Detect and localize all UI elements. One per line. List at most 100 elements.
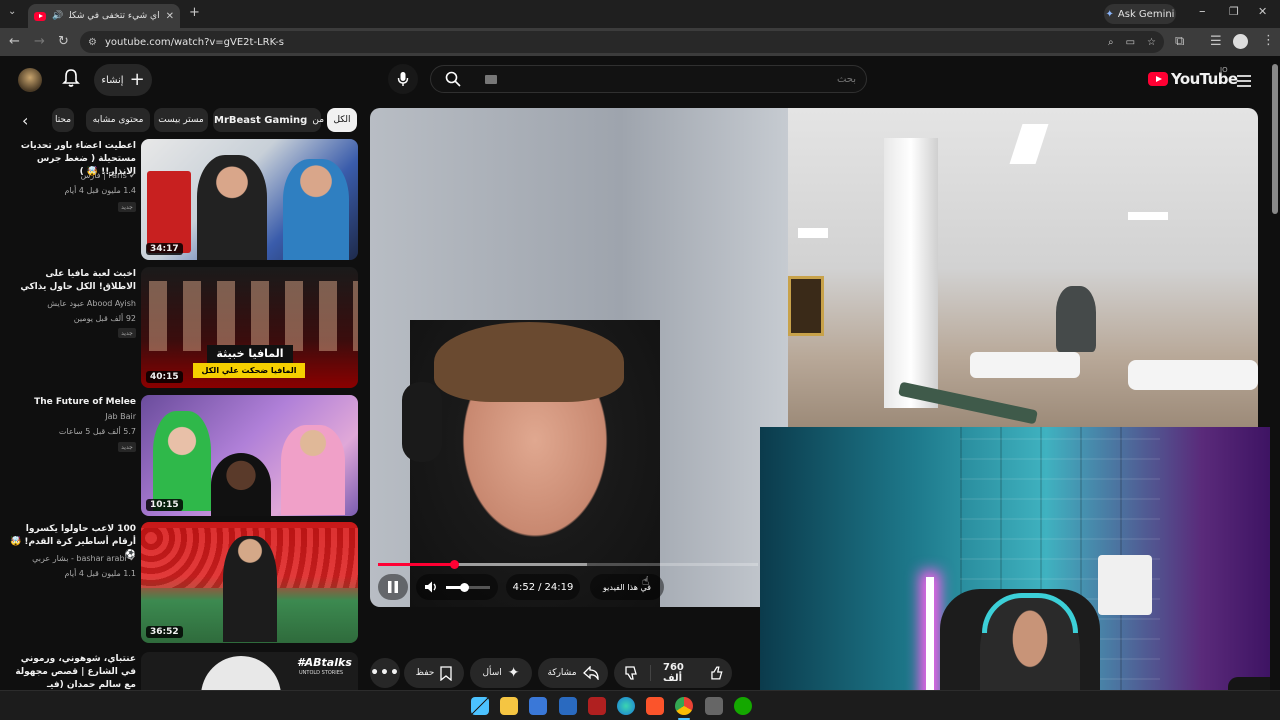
gemini-icon: ✦ bbox=[1105, 8, 1114, 20]
video-frame-headphone bbox=[402, 382, 442, 462]
rec-channel-1[interactable]: ✔ Faris | فارس bbox=[10, 171, 136, 180]
chips-scroll-left-icon[interactable]: ‹ bbox=[22, 111, 28, 130]
volume-icon[interactable] bbox=[424, 580, 438, 594]
camera-icon[interactable] bbox=[705, 697, 723, 715]
back-icon[interactable]: ← bbox=[9, 35, 20, 48]
search-input[interactable] bbox=[497, 67, 866, 91]
rec-meta-1: 1.4 مليون قبل 4 أيام bbox=[64, 186, 137, 195]
chip-mrbeast[interactable]: مستر بيست bbox=[154, 108, 208, 132]
tab-search-icon[interactable]: ⌄ bbox=[8, 7, 16, 17]
cast-icon[interactable]: ▭ bbox=[1126, 37, 1135, 48]
rec-thumbnail-2[interactable]: المافيا خبيثة المافيا ضحكت علي الكل 40:1… bbox=[141, 267, 358, 388]
file-explorer-icon[interactable] bbox=[500, 697, 518, 715]
new-tab-icon[interactable]: + bbox=[189, 6, 200, 19]
brave-icon[interactable] bbox=[646, 697, 664, 715]
voice-search-button[interactable] bbox=[388, 64, 418, 94]
chip-label-bold: MrBeast Gaming bbox=[214, 114, 308, 126]
ask-button[interactable]: اسأل ✦ bbox=[470, 658, 532, 688]
volume-slider[interactable] bbox=[446, 583, 490, 592]
rec-title-3[interactable]: The Future of Melee bbox=[10, 396, 136, 409]
rec-channel-3[interactable]: Jab Bair bbox=[10, 412, 136, 421]
rec-thumbnail-1[interactable]: 34:17 bbox=[141, 139, 358, 260]
save-button[interactable]: حفظ bbox=[404, 658, 464, 688]
gallery-planter bbox=[1128, 360, 1258, 390]
zoom-icon[interactable]: ⌕ bbox=[1108, 37, 1114, 48]
rec-channel-2[interactable]: Abood Ayish عبود عايش bbox=[10, 299, 136, 308]
address-bar[interactable]: ⚙ youtube.com/watch?v=gVE2t-LRK-s ⌕ ▭ ☆ bbox=[80, 31, 1164, 53]
thumb-person-green bbox=[153, 411, 211, 511]
verified-icon: ✔ bbox=[126, 554, 136, 563]
minimize-icon[interactable]: – bbox=[1199, 5, 1206, 18]
play-pause-button[interactable] bbox=[378, 574, 408, 600]
notifications-bell-icon[interactable] bbox=[62, 68, 80, 92]
ask-gemini-button[interactable]: ✦ Ask Gemini bbox=[1104, 4, 1176, 24]
rec-thumbnail-3[interactable]: 10:15 bbox=[141, 395, 358, 516]
chapter-button[interactable]: في هذا الفيديو bbox=[590, 574, 664, 600]
browser-tab-active[interactable]: 🔊 أي شيء تتخفى في شكله، ستـ ✕ bbox=[28, 4, 180, 28]
rec-title-5[interactable]: عنتباي، شوهوني، ورموني في الشارع | قصص م… bbox=[10, 653, 136, 690]
profile-avatar[interactable] bbox=[1233, 34, 1248, 49]
progress-bar[interactable] bbox=[378, 560, 758, 569]
share-button[interactable]: مشاركة bbox=[538, 658, 608, 688]
extensions-icon[interactable]: ⧉ bbox=[1175, 35, 1184, 48]
thumb-person-circle bbox=[201, 656, 281, 690]
account-avatar[interactable] bbox=[18, 68, 42, 92]
site-info-icon[interactable]: ⚙ bbox=[88, 37, 97, 48]
restore-icon[interactable]: ❐ bbox=[1229, 6, 1239, 17]
audio-playing-icon[interactable]: 🔊 bbox=[52, 11, 63, 21]
video-duration: 34:17 bbox=[146, 243, 183, 255]
keyboard-icon[interactable] bbox=[485, 74, 497, 84]
more-actions-button[interactable]: ••• bbox=[370, 658, 400, 688]
progress-scrubber[interactable] bbox=[450, 560, 459, 569]
volume-knob[interactable] bbox=[459, 583, 469, 592]
edge-icon[interactable] bbox=[617, 697, 635, 715]
hamburger-menu-icon[interactable] bbox=[1237, 72, 1251, 91]
video-frame-hair bbox=[434, 322, 624, 402]
time-separator: / bbox=[538, 581, 542, 593]
store-icon[interactable] bbox=[529, 697, 547, 715]
rec-channel-4[interactable]: ✔ bashar arabi - بشار عربي bbox=[10, 554, 136, 563]
thumb-person-pink bbox=[281, 425, 345, 515]
gallery-dinosaur bbox=[1056, 286, 1096, 352]
search-button[interactable] bbox=[431, 66, 475, 92]
video-duration: 40:15 bbox=[146, 371, 183, 383]
forward-icon[interactable]: → bbox=[34, 35, 45, 48]
gallery-ceiling-light bbox=[798, 228, 828, 238]
channel-name: bashar arabi - بشار عربي bbox=[32, 554, 127, 563]
bookmark-star-icon[interactable]: ☆ bbox=[1147, 37, 1156, 48]
close-tab-icon[interactable]: ✕ bbox=[166, 11, 174, 22]
dislike-button[interactable] bbox=[614, 665, 651, 681]
video-duration: 36:52 bbox=[146, 626, 183, 638]
chip-all[interactable]: الكل bbox=[327, 108, 357, 132]
chrome-icon[interactable] bbox=[675, 697, 693, 715]
channel-name: Faris | فارس bbox=[80, 171, 127, 180]
thumbs-down-icon bbox=[625, 666, 637, 680]
reading-list-icon[interactable]: ☰ bbox=[1210, 35, 1222, 48]
search-box bbox=[430, 65, 867, 93]
chip-related[interactable]: محتوى مشابه bbox=[86, 108, 150, 132]
reload-icon[interactable]: ↻ bbox=[58, 35, 69, 48]
mouse-cursor-icon: ☝ bbox=[642, 574, 650, 588]
voicemeeter-icon[interactable] bbox=[588, 697, 606, 715]
volume-control[interactable] bbox=[416, 574, 498, 600]
like-button[interactable]: 760 ألف bbox=[657, 662, 732, 684]
browser-menu-icon[interactable]: ⋮ bbox=[1262, 34, 1275, 47]
thumb-person-suit bbox=[223, 536, 277, 642]
upwork-icon[interactable] bbox=[734, 697, 752, 715]
rec-title-2[interactable]: اخبث لعبة مافيا على الاطلاق! الكل حاول ي… bbox=[10, 268, 136, 294]
app-icon[interactable] bbox=[559, 697, 577, 715]
windows-start-icon[interactable] bbox=[471, 697, 489, 715]
rec-thumbnail-4[interactable]: 36:52 bbox=[141, 522, 358, 643]
gallery-planter bbox=[970, 352, 1080, 378]
thumb-alarm-box bbox=[147, 171, 191, 253]
rec-thumbnail-5[interactable]: #ABtalks UNTOLD STORIES bbox=[141, 652, 358, 690]
create-button[interactable]: إنشاء + bbox=[94, 64, 152, 96]
scrollbar-thumb[interactable] bbox=[1272, 64, 1278, 214]
chip-label-prefix: من bbox=[312, 115, 325, 125]
like-dislike-group: 760 ألف bbox=[614, 658, 732, 688]
chip-from-channel[interactable]: MrBeast Gaming من bbox=[213, 108, 325, 132]
close-window-icon[interactable]: ✕ bbox=[1258, 6, 1267, 17]
page-scrollbar[interactable] bbox=[1270, 56, 1280, 690]
youtube-header: إنشاء + YouTube JO bbox=[0, 56, 1270, 104]
chip-partial[interactable]: محتا bbox=[52, 108, 74, 132]
